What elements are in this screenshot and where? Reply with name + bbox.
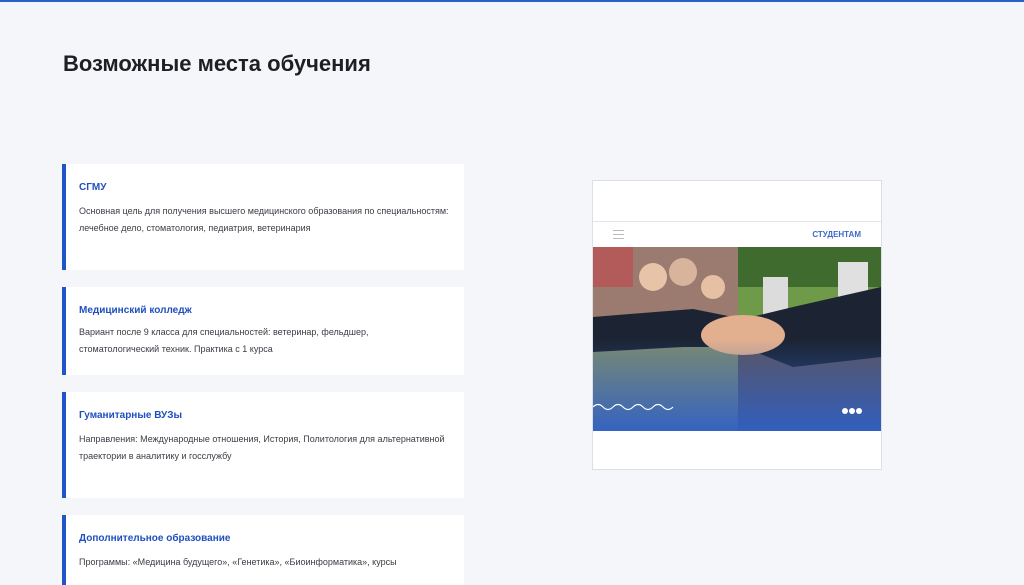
collage-photo: [593, 247, 881, 431]
card-humanities: Гуманитарные ВУЗы Направления: Междунаро…: [62, 392, 464, 498]
card-title: СГМУ: [79, 182, 107, 193]
card-title: Гуманитарные ВУЗы: [79, 410, 183, 421]
website-preview: СТУДЕНТАМ: [592, 180, 882, 470]
card-title: Медицинский колледж: [79, 305, 192, 316]
card-extra-education: Дополнительное образование Программы: «М…: [62, 515, 464, 585]
card-text: Вариант после 9 класса для специальносте…: [79, 327, 369, 354]
card-sgmu: СГМУ Основная цель для получения высшего…: [62, 164, 464, 270]
top-accent-line: [0, 0, 1024, 2]
hamburger-icon: [613, 230, 624, 239]
preview-header: СТУДЕНТАМ: [593, 221, 881, 247]
card-college: Медицинский колледж Вариант после 9 клас…: [62, 287, 464, 375]
card-text: Направления: Международные отношения, Ис…: [79, 434, 445, 461]
card-text: Программы: «Медицина будущего», «Генетик…: [79, 557, 397, 567]
page-title: Возможные места обучения: [63, 51, 371, 76]
students-link: СТУДЕНТАМ: [812, 230, 861, 239]
card-title: Дополнительное образование: [79, 533, 231, 544]
card-text: Основная цель для получения высшего меди…: [79, 206, 449, 233]
